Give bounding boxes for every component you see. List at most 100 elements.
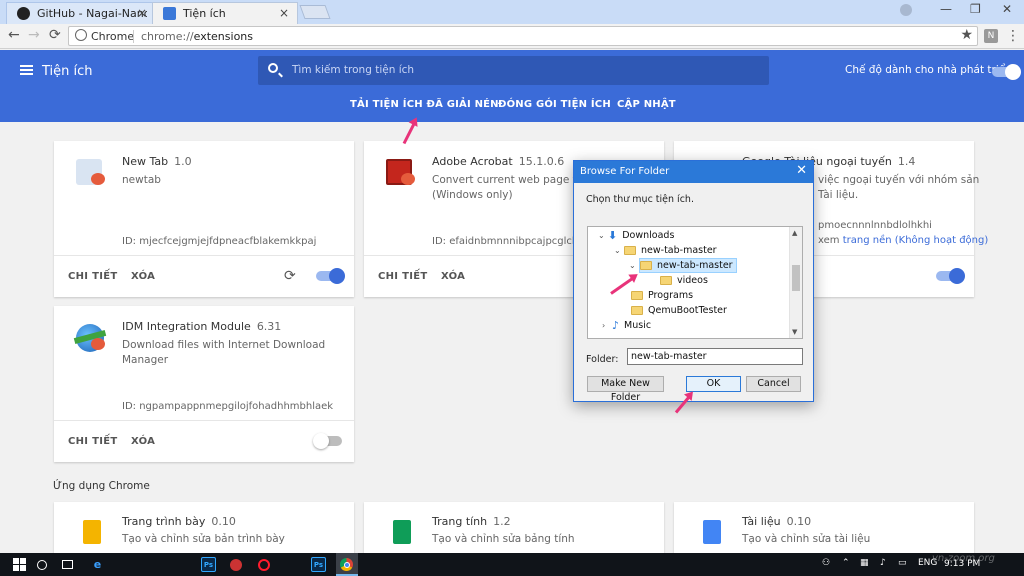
tree-scrollbar[interactable]: ▲ ▼ (789, 227, 802, 338)
chrome-icon[interactable] (339, 557, 354, 572)
menu-icon[interactable]: ⋮ (1006, 28, 1020, 44)
extension-name: Adobe Acrobat 15.1.0.6 (432, 155, 565, 168)
tree-item-new-tab-master-inner[interactable]: ⌄ new-tab-master (629, 258, 737, 273)
tree-item-programs[interactable]: Programs (631, 288, 693, 303)
extension-card-idm: IDM Integration Module 6.31 Download file… (54, 306, 354, 462)
remove-button[interactable]: XÓA (441, 271, 465, 282)
expander-icon[interactable]: › (602, 321, 612, 330)
ok-button[interactable]: OK (686, 376, 741, 392)
slides-icon (74, 518, 108, 552)
remove-button[interactable]: XÓA (131, 271, 155, 282)
cancel-button[interactable]: Cancel (746, 376, 801, 392)
update-link[interactable]: CẬP NHẬT (617, 99, 676, 110)
tree-item-new-tab-master[interactable]: ⌄ new-tab-master (614, 243, 717, 258)
extension-description: Download files with Internet Download Ma… (122, 339, 326, 366)
puzzle-icon (163, 7, 176, 20)
app-description: Tạo và chỉnh sửa tài liệu (742, 533, 871, 545)
window-close-icon[interactable]: ✕ (1002, 2, 1012, 16)
address-bar[interactable]: Chrome chrome://extensions ★ (68, 26, 978, 46)
details-button[interactable]: CHI TIẾT (378, 271, 428, 282)
sheets-icon (384, 518, 418, 552)
expander-icon[interactable]: ⌄ (614, 246, 624, 255)
folder-icon (640, 261, 652, 270)
opera-icon[interactable] (256, 557, 271, 572)
tree-item-qemuboottester[interactable]: QemuBootTester (631, 303, 727, 318)
scroll-down-icon[interactable]: ▼ (792, 328, 797, 336)
card-footer: CHI TIẾT XÓA (54, 420, 354, 462)
expander-icon[interactable]: ⌄ (629, 261, 639, 270)
forward-icon[interactable]: → (28, 27, 40, 43)
folder-input[interactable] (627, 348, 803, 365)
make-new-folder-button[interactable]: Make New Folder (587, 376, 664, 403)
page-title: Tiện ích (42, 64, 93, 79)
battery-icon[interactable]: ▭ (898, 558, 907, 568)
scroll-thumb[interactable] (792, 265, 800, 291)
dialog-close-icon[interactable]: ✕ (796, 163, 807, 178)
extension-description: việc ngoại tuyến với nhóm sản Tài liệu. (818, 174, 980, 201)
tab-extensions[interactable]: Tiện ích × (152, 2, 298, 24)
load-unpacked-link[interactable]: TẢI TIỆN ÍCH ĐÃ GIẢI NÉN (350, 99, 499, 110)
search-icon[interactable] (34, 557, 49, 572)
selected-folder[interactable]: new-tab-master (639, 258, 737, 273)
app-description: Tạo và chỉnh sửa bảng tính (432, 533, 575, 545)
maximize-icon[interactable]: ❐ (970, 2, 981, 16)
app-icon[interactable] (228, 557, 243, 572)
tree-item-downloads[interactable]: ⌄ ⬇ Downloads (598, 228, 674, 243)
background-page-link[interactable]: trang nền (Không hoạt động) (843, 235, 989, 246)
extension-id: pmoecnnnlnnbdlolhkhi (818, 220, 932, 231)
hamburger-menu-icon[interactable] (20, 65, 33, 75)
tree-item-music[interactable]: › ♪ Music (602, 318, 651, 333)
tab-title: Tiện ích (183, 7, 226, 20)
extension-card-new-tab: New Tab 1.0 newtab ID: mjecfcejgmjejfdpne… (54, 141, 354, 297)
search-placeholder: Tìm kiếm trong tiện ích (292, 64, 415, 76)
inspect-views: xem trang nền (Không hoạt động) (818, 235, 989, 246)
details-button[interactable]: CHI TIẾT (68, 271, 118, 282)
close-icon[interactable]: × (137, 6, 147, 20)
folder-tree[interactable]: ⌄ ⬇ Downloads ⌄ new-tab-master ⌄ new-tab… (587, 226, 803, 339)
browser-toolbar: ← → ⟳ Chrome chrome://extensions ★ N ⋮ (0, 24, 1024, 49)
enable-toggle[interactable] (936, 268, 965, 284)
tab-github[interactable]: GitHub - Nagai-Nano/ne × (6, 2, 156, 24)
remove-button[interactable]: XÓA (131, 436, 155, 447)
folder-icon (631, 291, 643, 300)
expander-icon[interactable]: ⌄ (598, 231, 608, 240)
dialog-title: Browse For Folder (574, 161, 813, 183)
dev-mode-toggle[interactable] (992, 64, 1021, 80)
app-description: Tạo và chỉnh sửa bản trình bày (122, 533, 285, 545)
scroll-up-icon[interactable]: ▲ (792, 229, 797, 237)
edge-icon[interactable]: e (90, 557, 105, 572)
tray-chevron-icon[interactable]: ⌃ (842, 558, 850, 568)
minimize-icon[interactable]: — (940, 2, 952, 16)
pack-extension-link[interactable]: ĐÓNG GÓI TIỆN ÍCH (498, 99, 611, 110)
search-input[interactable]: Tìm kiếm trong tiện ích (258, 56, 769, 85)
new-tab-button[interactable] (299, 5, 331, 19)
profile-icon[interactable] (900, 4, 912, 16)
idm-icon (73, 322, 108, 356)
card-footer: CHI TIẾT XÓA ⟳ (54, 255, 354, 297)
photoshop-icon[interactable]: Ps (201, 557, 216, 572)
details-button[interactable]: CHI TIẾT (68, 436, 118, 447)
volume-icon[interactable]: ♪ (880, 558, 886, 568)
downloads-icon: ⬇ (608, 229, 618, 242)
reload-icon[interactable]: ⟳ (49, 27, 61, 43)
app-name: Trang trình bày 0.10 (122, 515, 236, 528)
reload-icon[interactable]: ⟳ (284, 268, 296, 284)
extension-badge-icon[interactable]: N (984, 29, 998, 43)
enable-toggle[interactable] (313, 433, 342, 449)
folder-icon (624, 246, 636, 255)
network-icon[interactable]: ▦ (860, 558, 869, 568)
windows-icon[interactable] (12, 557, 27, 572)
bookmark-star-icon[interactable]: ★ (960, 27, 973, 43)
photoshop-icon[interactable]: Ps (311, 557, 326, 572)
tab-title: GitHub - Nagai-Nano/ne (37, 7, 147, 20)
extension-name: New Tab 1.0 (122, 155, 192, 168)
task-view-icon[interactable] (60, 557, 75, 572)
folder-icon (660, 276, 672, 285)
enable-toggle[interactable] (316, 268, 345, 284)
close-icon[interactable]: × (279, 6, 289, 20)
app-name: Tài liệu 0.10 (742, 515, 812, 528)
dialog-prompt: Chọn thư mục tiện ích. (586, 194, 694, 205)
tree-item-videos[interactable]: videos (660, 273, 708, 288)
back-icon[interactable]: ← (8, 27, 20, 43)
people-icon[interactable]: ⚇ (822, 558, 830, 568)
